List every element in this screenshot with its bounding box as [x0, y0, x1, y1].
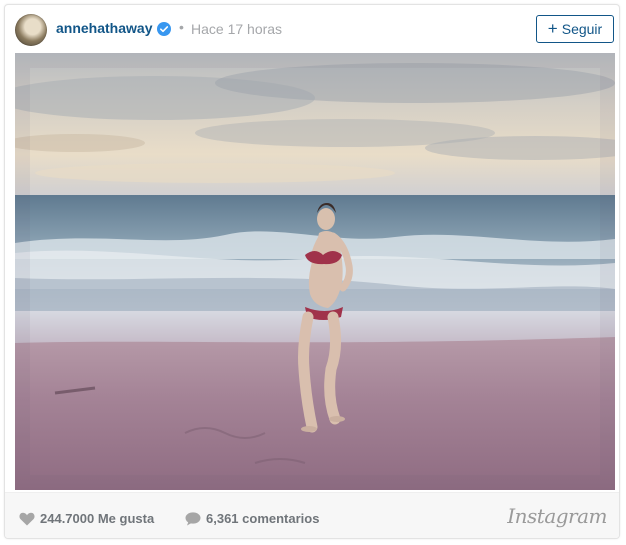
follow-button[interactable]: + Seguir [536, 15, 614, 43]
username-link[interactable]: annehathaway [56, 20, 152, 36]
avatar[interactable] [15, 14, 47, 46]
post-header: annehathaway • Hace 17 horas + Seguir [5, 5, 619, 55]
likes-label: 244.7000 Me gusta [40, 511, 155, 526]
follow-button-label: Seguir [561, 21, 603, 37]
post-photo[interactable] [15, 53, 615, 490]
post-footer: 244.7000 Me gusta 6,361 comentarios Inst… [5, 492, 619, 538]
plus-icon: + [547, 18, 558, 38]
comment-icon [185, 511, 201, 525]
likes-count[interactable]: 244.7000 Me gusta [19, 511, 154, 526]
heart-icon [19, 512, 35, 525]
comments-label: 6,361 comentarios [206, 511, 320, 526]
post-timestamp[interactable]: Hace 17 horas [191, 21, 282, 37]
separator-dot: • [179, 19, 184, 35]
comments-count[interactable]: 6,361 comentarios [185, 511, 319, 526]
verified-badge-icon [157, 22, 171, 36]
instagram-logo[interactable]: Instagram [507, 504, 607, 528]
instagram-post-card: annehathaway • Hace 17 horas + Seguir 24… [4, 4, 620, 539]
